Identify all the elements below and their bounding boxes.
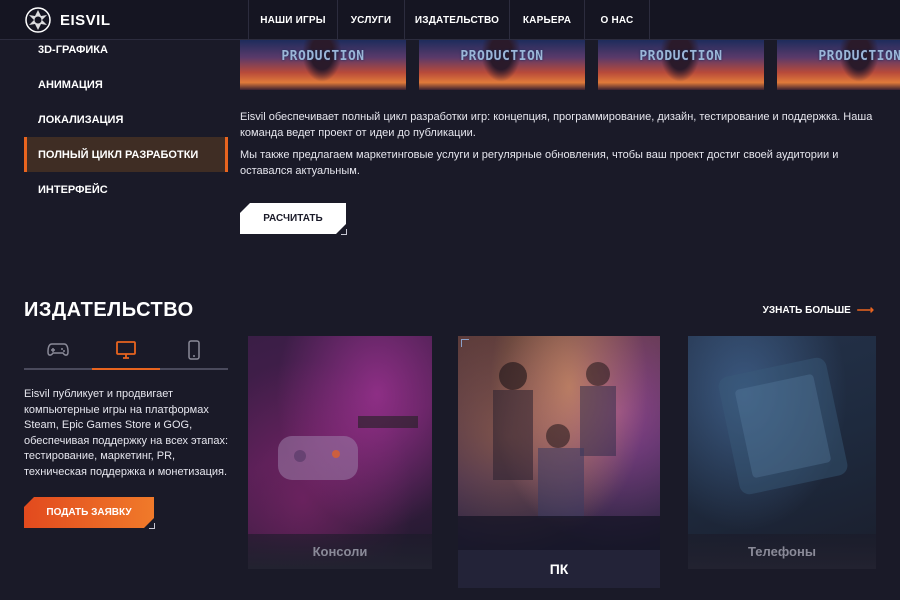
- service-description-2: Мы также предлагаем маркетинговые услуги…: [240, 149, 839, 177]
- menu-item-animation[interactable]: АНИМАЦИЯ: [24, 67, 228, 102]
- button-corner-mark: [149, 523, 155, 529]
- service-description-1: Eisvil обеспечивает полный цикл разработ…: [240, 111, 873, 139]
- gallery-thumb[interactable]: PRODUCTION: [240, 40, 406, 90]
- logo[interactable]: EISVIL: [24, 6, 111, 34]
- card-label: Телефоны: [688, 534, 876, 569]
- nav-careers[interactable]: КАРЬЕРА: [510, 0, 585, 40]
- nav-publishing[interactable]: ИЗДАТЕЛЬСТВО: [405, 0, 510, 40]
- tab-pc[interactable]: [92, 332, 160, 370]
- phone-icon: [188, 340, 200, 360]
- monitor-icon: [116, 341, 136, 359]
- menu-item-interface[interactable]: ИНТЕРФЕЙС: [24, 172, 228, 207]
- card-phones[interactable]: Телефоны: [688, 336, 876, 569]
- platform-tabs: [24, 332, 228, 370]
- card-label: Консоли: [248, 534, 432, 569]
- learn-more-link[interactable]: УЗНАТЬ БОЛЬШЕ ⟶: [763, 303, 874, 317]
- tab-consoles[interactable]: [24, 332, 92, 368]
- gamepad-icon: [47, 343, 69, 356]
- gallery-thumb[interactable]: PRODUCTION: [598, 40, 764, 90]
- services-menu: 3D-ГРАФИКА АНИМАЦИЯ ЛОКАЛИЗАЦИЯ ПОЛНЫЙ Ц…: [24, 32, 228, 207]
- apply-button[interactable]: ПОДАТЬ ЗАЯВКУ: [24, 497, 154, 528]
- nav-our-games[interactable]: НАШИ ИГРЫ: [248, 0, 338, 40]
- card-consoles[interactable]: Консоли: [248, 336, 432, 569]
- logo-emblem-icon: [25, 7, 51, 33]
- site-header: EISVIL НАШИ ИГРЫ УСЛУГИ ИЗДАТЕЛЬСТВО КАР…: [0, 0, 900, 40]
- calculate-button[interactable]: РАСЧИТАТЬ: [240, 203, 346, 234]
- nav-services[interactable]: УСЛУГИ: [338, 0, 405, 40]
- nav-about[interactable]: О НАС: [585, 0, 650, 40]
- thumb-label: PRODUCTION: [639, 49, 723, 64]
- publishing-description: Eisvil публикует и продвигает компьютерн…: [24, 388, 229, 478]
- learn-more-label: УЗНАТЬ БОЛЬШЕ: [762, 304, 851, 316]
- logo-text: EISVIL: [60, 11, 111, 29]
- arrow-right-icon: ⟶: [856, 303, 874, 317]
- card-pc[interactable]: ПК: [458, 336, 660, 588]
- thumb-label: PRODUCTION: [818, 49, 900, 64]
- card-label: ПК: [458, 550, 660, 588]
- thumb-label: PRODUCTION: [281, 49, 365, 64]
- menu-item-localization[interactable]: ЛОКАЛИЗАЦИЯ: [24, 102, 228, 137]
- button-corner-mark: [341, 229, 347, 235]
- publishing-title: ИЗДАТЕЛЬСТВО: [24, 299, 194, 321]
- gallery-strip: PRODUCTION PRODUCTION PRODUCTION PRODUCT…: [240, 40, 900, 90]
- main-nav: НАШИ ИГРЫ УСЛУГИ ИЗДАТЕЛЬСТВО КАРЬЕРА О …: [248, 0, 650, 40]
- gallery-thumb[interactable]: PRODUCTION: [419, 40, 585, 90]
- menu-item-full-cycle[interactable]: ПОЛНЫЙ ЦИКЛ РАЗРАБОТКИ: [24, 137, 228, 172]
- card-corner-mark: [461, 339, 469, 347]
- thumb-label: PRODUCTION: [460, 49, 544, 64]
- tab-phones[interactable]: [160, 332, 228, 368]
- gallery-thumb[interactable]: PRODUCTION: [777, 40, 900, 90]
